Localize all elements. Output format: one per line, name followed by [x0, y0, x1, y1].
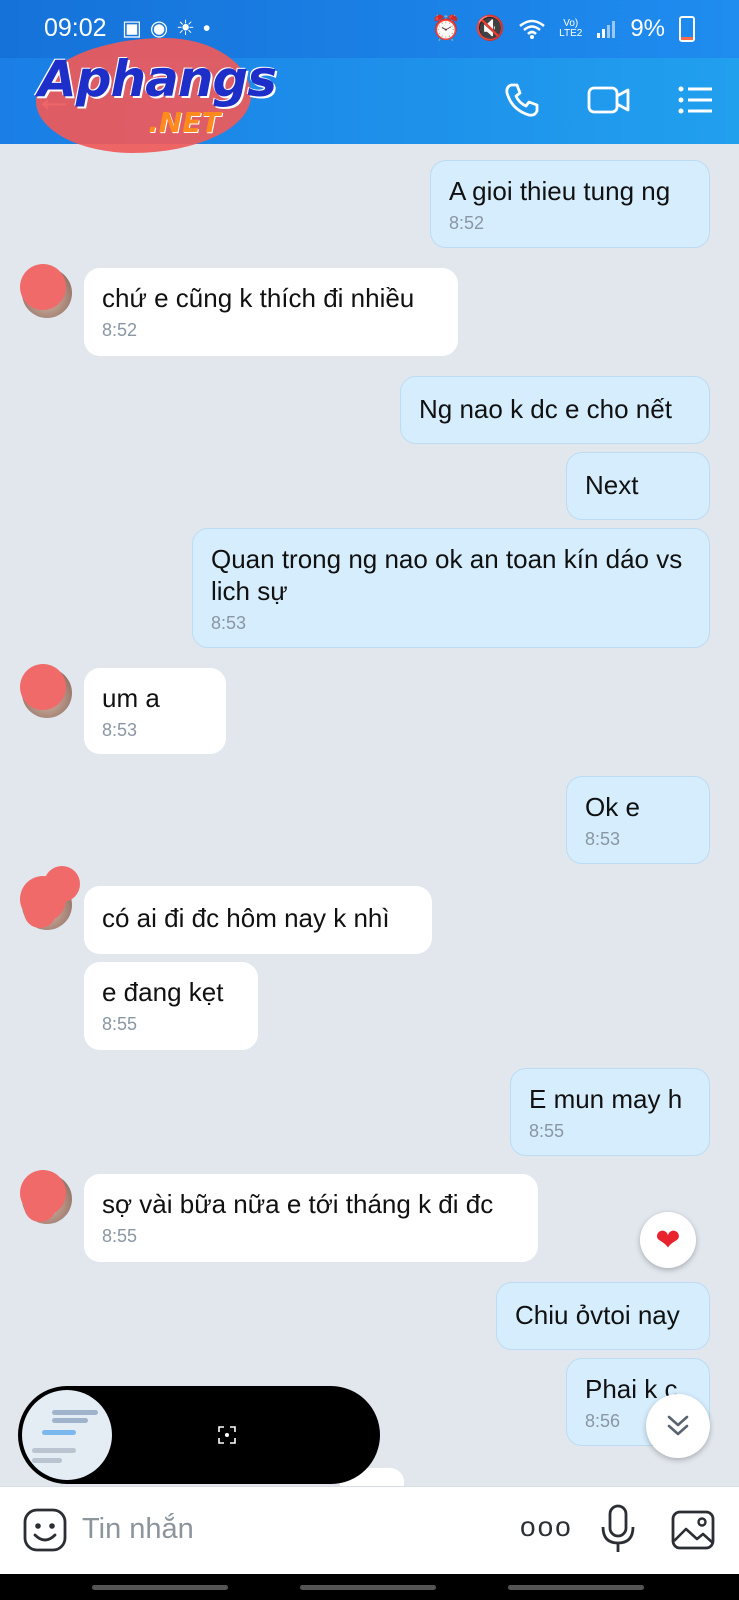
message-bubble-incoming[interactable]: e đang kẹt 8:55	[84, 962, 258, 1050]
contact-avatar[interactable]	[20, 264, 72, 318]
message-bubble-outgoing[interactable]: Ng nao k dc e cho nết	[400, 376, 710, 444]
menu-icon[interactable]	[676, 80, 716, 120]
watermark-logo-sub: .NET	[148, 106, 221, 139]
phone-icon[interactable]	[502, 80, 542, 120]
alarm-icon: ⏰	[431, 15, 462, 42]
signal-icon	[597, 20, 616, 38]
message-input[interactable]: Tin nhắn	[82, 1513, 194, 1546]
message-bubble-incoming[interactable]: sợ vài bữa nữa e tới tháng k đi đc 8:55	[84, 1174, 538, 1262]
heart-icon: ❤	[655, 1223, 681, 1257]
status-right-icons: ⏰ 🔇 Vo) LTE2 9%	[431, 14, 695, 43]
contact-avatar[interactable]	[20, 664, 72, 718]
video-call-icon[interactable]	[586, 80, 632, 120]
contact-avatar[interactable]	[20, 866, 80, 930]
watermark-logo: Aphangs	[38, 50, 277, 108]
contact-avatar[interactable]	[20, 1170, 72, 1224]
nav-home[interactable]	[300, 1585, 436, 1590]
chat-header: ← Aphangs .NET	[0, 38, 739, 153]
wifi-icon	[519, 19, 545, 39]
heart-reaction-button[interactable]: ❤	[640, 1212, 696, 1268]
message-bubble-outgoing[interactable]: Next	[566, 452, 710, 520]
nav-recents[interactable]	[92, 1585, 228, 1590]
expand-icon[interactable]	[218, 1426, 236, 1444]
message-bubble-outgoing[interactable]: A gioi thieu tung ng 8:52	[430, 160, 710, 248]
message-list[interactable]: A gioi thieu tung ng 8:52 chứ e cũng k t…	[0, 144, 739, 1486]
image-picker-icon[interactable]	[670, 1507, 716, 1553]
status-time: 09:02	[44, 14, 107, 42]
scroll-to-bottom-button[interactable]	[646, 1394, 710, 1458]
message-bubble-incoming[interactable]: chứ e cũng k thích đi nhiều 8:52	[84, 268, 458, 356]
dot-icon: •	[203, 17, 219, 40]
message-input-bar: Tin nhắn ooo	[0, 1486, 739, 1575]
mute-icon: 🔇	[475, 15, 506, 42]
battery-text: 9%	[630, 14, 665, 42]
battery-icon	[679, 15, 695, 42]
image-icon: ▣	[122, 17, 150, 40]
message-bubble-incoming[interactable]: um a 8:53	[84, 668, 226, 754]
weather-icon: ☀	[176, 17, 203, 40]
pip-thumbnail[interactable]	[22, 1390, 112, 1480]
message-bubble-outgoing[interactable]: Ok e 8:53	[566, 776, 710, 864]
pip-overlay[interactable]	[18, 1386, 380, 1484]
more-options-icon[interactable]: ooo	[520, 1511, 573, 1543]
microphone-icon[interactable]	[598, 1503, 638, 1555]
nav-back[interactable]	[508, 1585, 644, 1590]
double-chevron-down-icon	[667, 1415, 689, 1436]
message-bubble-incoming[interactable]: có ai đi đc hôm nay k nhì	[84, 886, 432, 954]
messenger-icon: ◉	[149, 17, 177, 40]
lte-icon: Vo) LTE2	[559, 17, 583, 39]
sticker-icon[interactable]	[22, 1507, 68, 1553]
message-bubble-outgoing[interactable]: Quan trong ng nao ok an toan kín dáo vs …	[192, 528, 710, 648]
message-bubble-outgoing[interactable]: Chiu ỏvtoi nay	[496, 1282, 710, 1350]
message-bubble-outgoing[interactable]: E mun may h 8:55	[510, 1068, 710, 1156]
system-navigation-bar	[0, 1574, 739, 1600]
